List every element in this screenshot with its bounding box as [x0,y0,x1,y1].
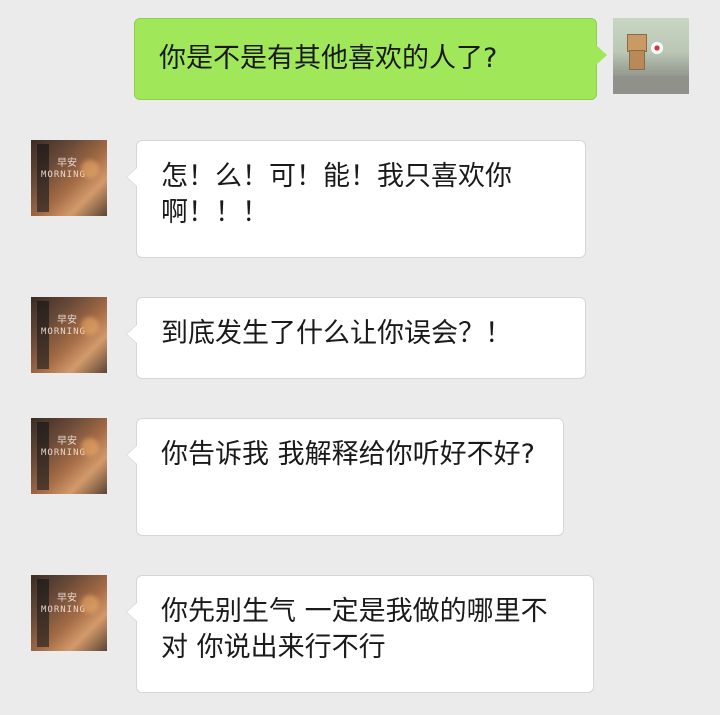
message-bubble-self[interactable]: 你是不是有其他喜欢的人了? [134,18,607,100]
message-text: 你告诉我 我解释给你听好不好? [161,439,535,470]
contact-avatar[interactable]: 早安 MORNING [31,575,107,651]
self-avatar[interactable] [613,18,689,94]
message-text: 你是不是有其他喜欢的人了? [159,43,498,74]
avatar-caption: MORNING [41,605,86,615]
message-bubble-other[interactable]: 到底发生了什么让你误会？！ [126,297,586,379]
avatar-caption: MORNING [41,327,86,337]
contact-avatar[interactable]: 早安 MORNING [31,140,107,216]
message-text: 怎！么！可！能！我只喜欢你啊！！！ [161,161,512,228]
avatar-mark: 早安 [57,158,77,169]
message-text: 你先别生气 一定是我做的哪里不对 你说出来行不行 [161,596,548,663]
avatar-ground [613,76,689,94]
avatar-caption: MORNING [41,448,86,458]
message-bubble-other[interactable]: 你告诉我 我解释给你听好不好? [126,418,564,536]
message-bubble-other[interactable]: 怎！么！可！能！我只喜欢你啊！！！ [126,140,586,258]
contact-avatar[interactable]: 早安 MORNING [31,297,107,373]
message-text: 到底发生了什么让你误会？！ [161,318,512,349]
contact-avatar[interactable]: 早安 MORNING [31,418,107,494]
message-bubble-other[interactable]: 你先别生气 一定是我做的哪里不对 你说出来行不行 [126,575,594,693]
avatar-mark: 早安 [57,436,77,447]
avatar-caption: MORNING [41,170,86,180]
avatar-mark: 早安 [57,593,77,604]
robot-body-icon [629,50,645,70]
avatar-mark: 早安 [57,315,77,326]
flower-icon [651,42,663,54]
